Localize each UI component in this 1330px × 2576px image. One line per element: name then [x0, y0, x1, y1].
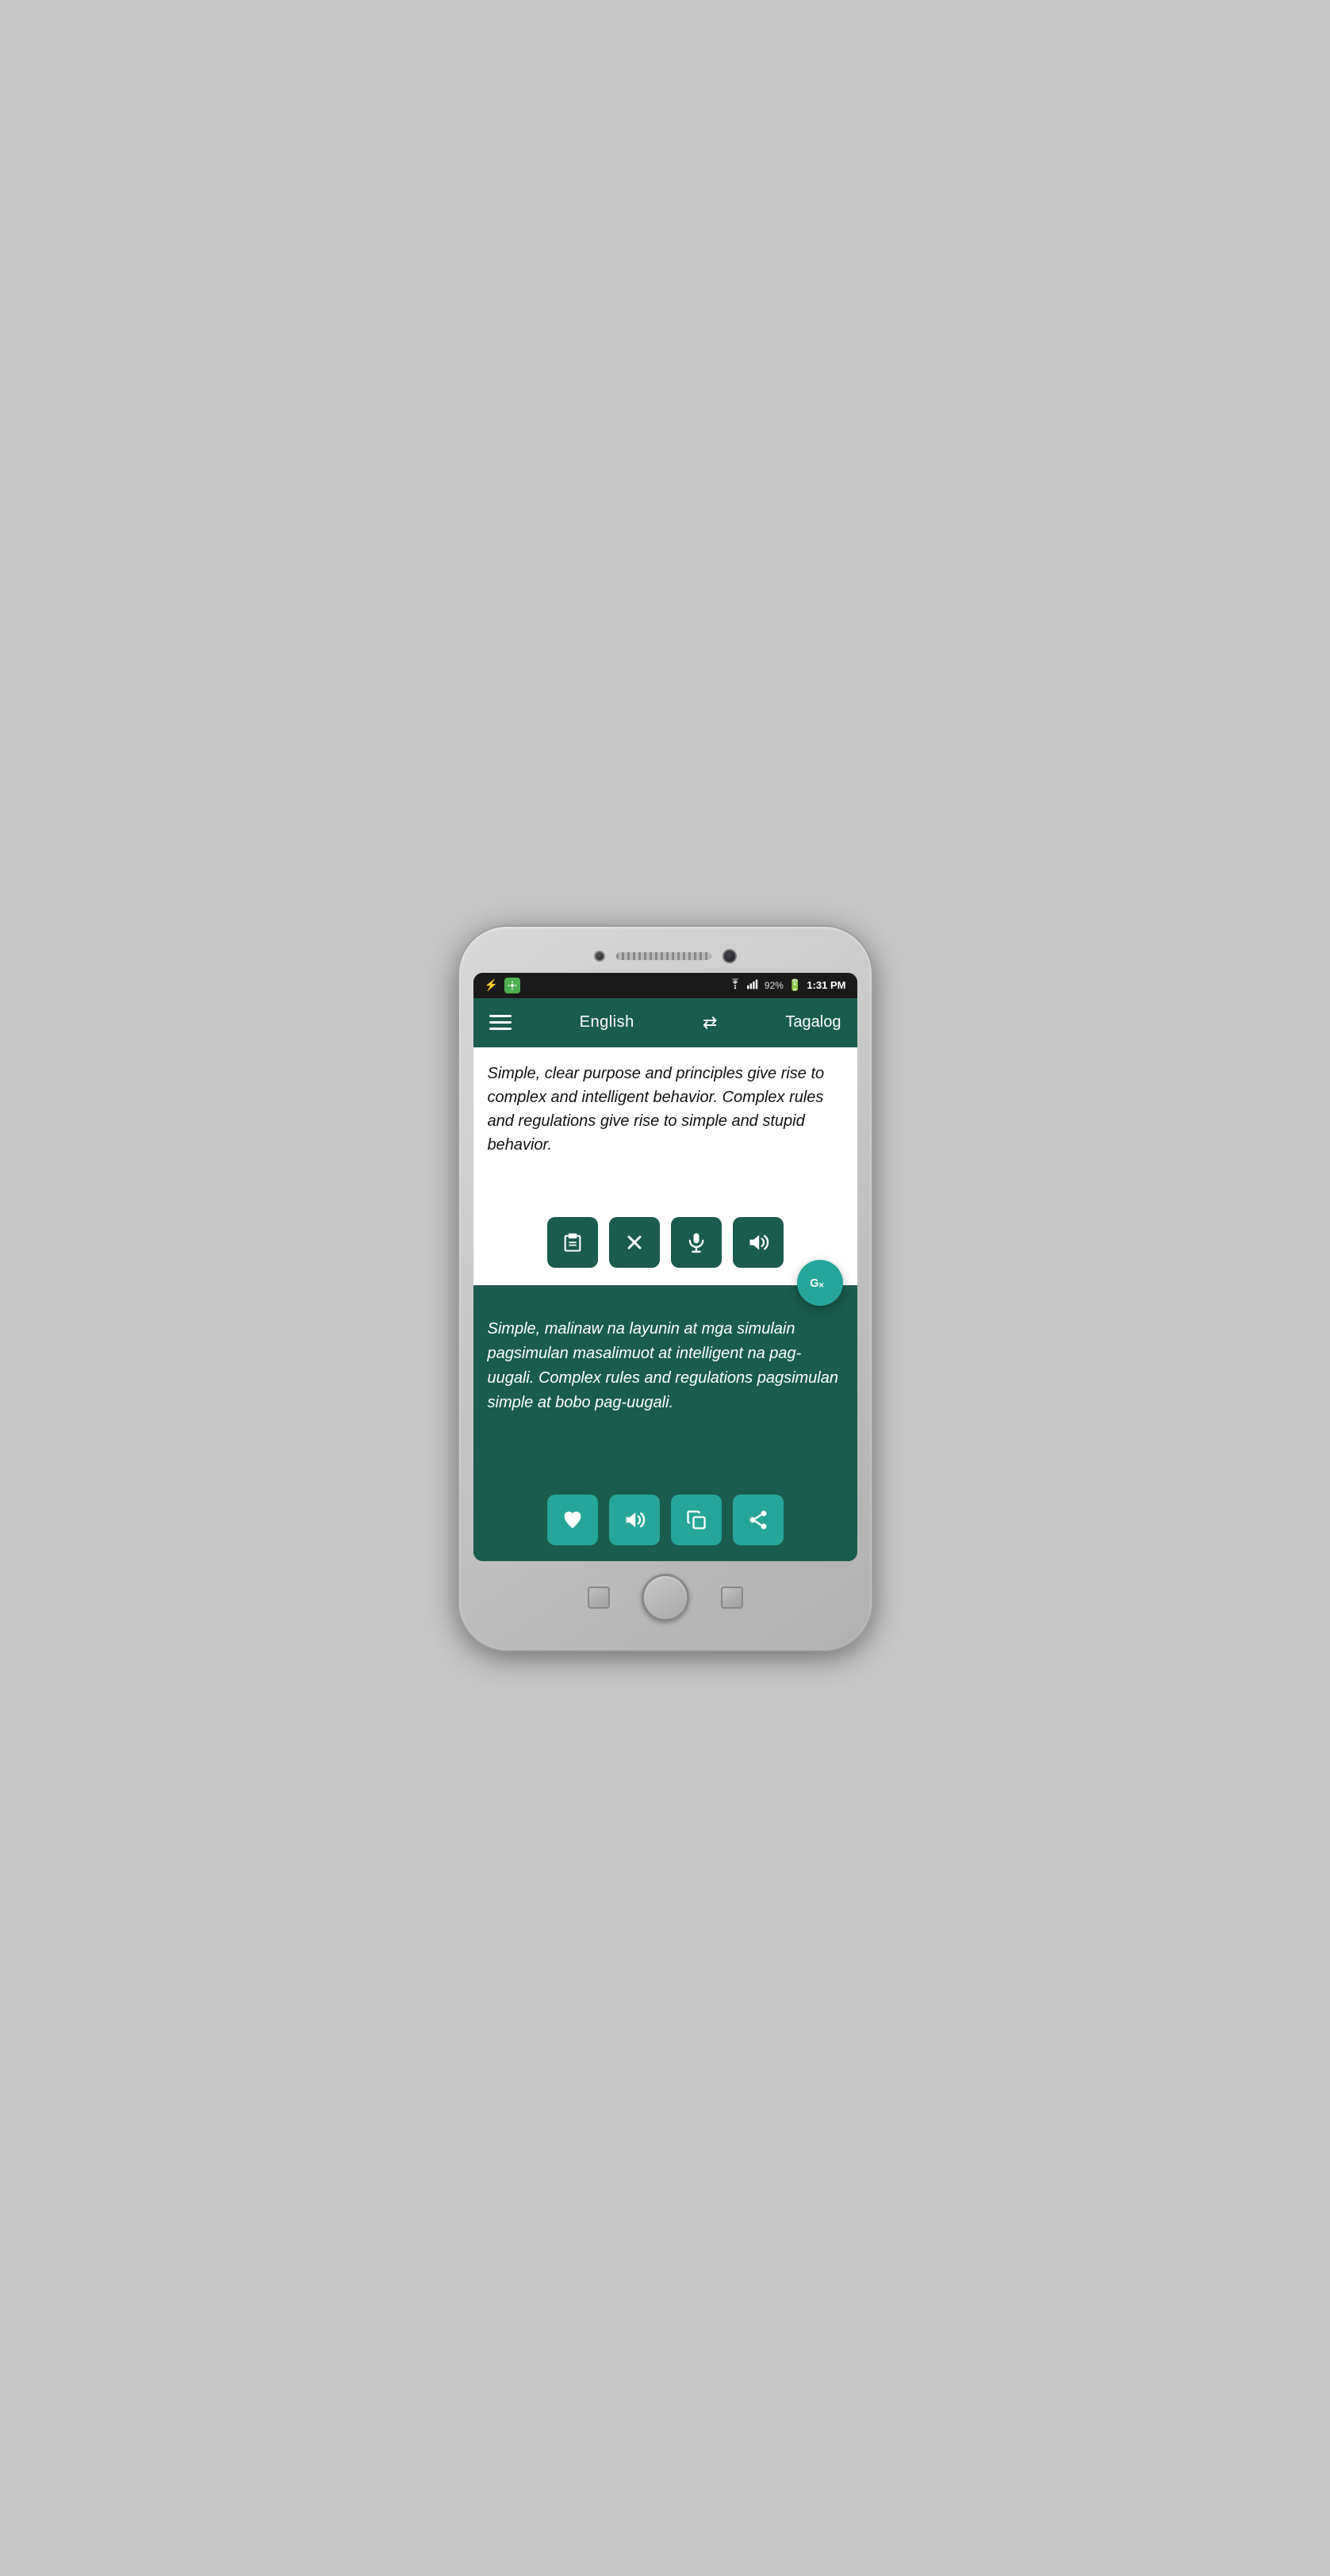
translation-area: Simple, malinaw na layunin at mga simula…: [473, 1285, 857, 1561]
phone-device: ⚡: [459, 927, 872, 1650]
input-text[interactable]: Simple, clear purpose and principles giv…: [488, 1062, 843, 1204]
swap-languages-button[interactable]: ⇄: [703, 1012, 717, 1033]
status-bar: ⚡: [473, 973, 857, 998]
back-button[interactable]: [588, 1587, 610, 1609]
front-camera: [594, 951, 605, 962]
locate-icon: [504, 978, 520, 993]
microphone-button[interactable]: [671, 1217, 722, 1268]
language-to[interactable]: Tagalog: [785, 1013, 841, 1032]
input-area: Simple, clear purpose and principles giv…: [473, 1047, 857, 1285]
home-button[interactable]: [642, 1574, 689, 1621]
camera-lens: [722, 949, 737, 963]
app-header: English ⇄ Tagalog: [473, 998, 857, 1047]
hamburger-line-2: [489, 1021, 512, 1024]
usb-icon: ⚡: [485, 978, 498, 992]
translation-text: Simple, malinaw na layunin at mga simula…: [488, 1317, 843, 1476]
screen: ⚡: [473, 973, 857, 1561]
status-right: 92% 🔋 1:31 PM: [728, 978, 846, 992]
favorite-button[interactable]: [547, 1495, 598, 1545]
output-controls: [488, 1495, 843, 1545]
battery-percentage: 92%: [765, 980, 784, 991]
svg-text:G: G: [810, 1277, 818, 1289]
share-button[interactable]: [733, 1495, 784, 1545]
hamburger-line-3: [489, 1028, 512, 1030]
copy-output-button[interactable]: [671, 1495, 722, 1545]
google-translate-fab[interactable]: G ×: [797, 1260, 843, 1306]
input-controls: [488, 1217, 843, 1274]
status-time: 1:31 PM: [807, 979, 845, 991]
speaker-grille: [616, 952, 711, 960]
hamburger-line-1: [489, 1015, 512, 1017]
phone-bottom-bar: [473, 1574, 857, 1621]
menu-button[interactable]: [489, 1015, 512, 1030]
paste-button[interactable]: [547, 1217, 598, 1268]
status-left: ⚡: [485, 978, 520, 993]
recents-button[interactable]: [721, 1587, 743, 1609]
language-from[interactable]: English: [580, 1013, 634, 1032]
svg-text:×: ×: [818, 1280, 824, 1290]
signal-icon: [747, 978, 760, 992]
speak-output-button[interactable]: [609, 1495, 660, 1545]
speak-input-button[interactable]: [733, 1217, 784, 1268]
phone-top-bar: [473, 949, 857, 963]
battery-icon: 🔋: [788, 978, 802, 992]
wifi-icon: [728, 978, 742, 992]
clear-button[interactable]: [609, 1217, 660, 1268]
